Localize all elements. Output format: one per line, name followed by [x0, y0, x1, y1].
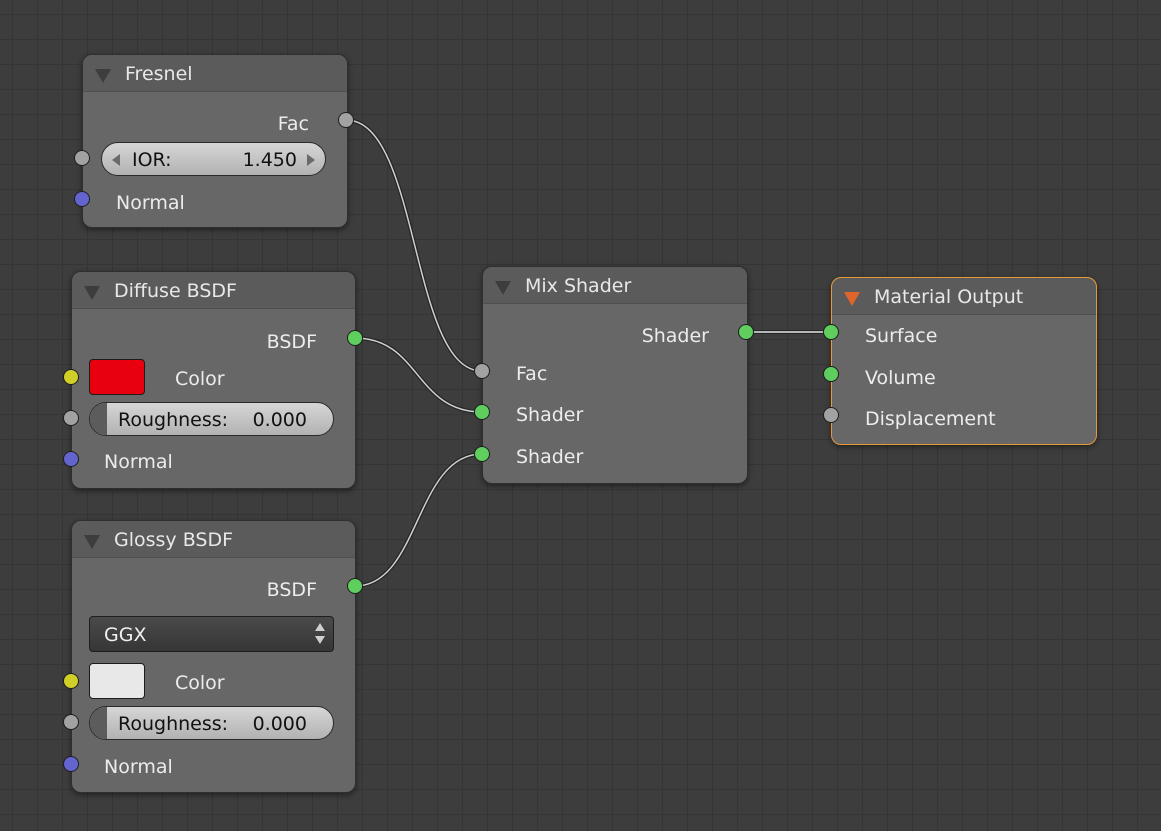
- input-surface-label: Surface: [865, 325, 938, 347]
- input-normal-label: Normal: [104, 756, 173, 778]
- diffuse-roughness-input-socket[interactable]: [63, 410, 79, 426]
- glossy-color-swatch[interactable]: [89, 663, 145, 699]
- ior-field[interactable]: IOR: 1.450: [101, 142, 326, 176]
- roughness-value: 0.000: [252, 713, 307, 735]
- link-diffuse-to-mix-shader1: [354, 336, 483, 414]
- diffuse-normal-input-socket[interactable]: [63, 451, 79, 467]
- glossy-bsdf-output-socket[interactable]: [347, 578, 363, 594]
- output-bsdf-label: BSDF: [266, 579, 317, 601]
- distribution-dropdown[interactable]: GGX: [89, 616, 334, 652]
- diffuse-bsdf-node[interactable]: Diffuse BSDF BSDF Color Roughness: 0.000…: [71, 271, 356, 489]
- diffuse-color-input-socket[interactable]: [63, 369, 79, 385]
- output-displacement-input-socket[interactable]: [823, 407, 839, 423]
- roughness-label: Roughness:: [118, 409, 229, 431]
- input-color-label: Color: [175, 368, 225, 390]
- mix-shader-node[interactable]: Mix Shader Shader Fac Shader Shader: [482, 266, 748, 484]
- link-glossy-to-mix-shader2: [354, 452, 483, 588]
- material-output-node[interactable]: Material Output Surface Volume Displacem…: [831, 277, 1097, 445]
- glossy-color-input-socket[interactable]: [63, 673, 79, 689]
- collapse-triangle-icon[interactable]: [495, 281, 511, 295]
- collapse-triangle-icon[interactable]: [84, 286, 100, 300]
- output-volume-input-socket[interactable]: [823, 366, 839, 382]
- mix-fac-input-socket[interactable]: [474, 363, 490, 379]
- decrement-arrow-icon[interactable]: [112, 154, 120, 166]
- node-title: Diffuse BSDF: [114, 280, 237, 302]
- output-bsdf-label: BSDF: [266, 331, 317, 353]
- fresnel-node[interactable]: Fresnel Fac IOR: 1.450 Normal: [82, 54, 348, 228]
- roughness-label: Roughness:: [118, 713, 229, 735]
- collapse-triangle-icon[interactable]: [95, 69, 111, 83]
- glossy-roughness-input-socket[interactable]: [63, 714, 79, 730]
- output-fac-label: Fac: [277, 113, 309, 135]
- glossy-node-header[interactable]: Glossy BSDF: [72, 521, 355, 558]
- input-shader-1-label: Shader: [516, 404, 584, 426]
- increment-arrow-icon[interactable]: [307, 154, 315, 166]
- diffuse-color-swatch[interactable]: [89, 359, 145, 395]
- mix-shader-output-socket[interactable]: [738, 324, 754, 340]
- fresnel-ior-input-socket[interactable]: [74, 150, 90, 166]
- dropdown-up-arrow-icon: [315, 623, 325, 631]
- ior-label: IOR:: [132, 149, 172, 171]
- input-fac-label: Fac: [516, 363, 548, 385]
- input-normal-label: Normal: [104, 451, 173, 473]
- distribution-value: GGX: [104, 624, 147, 646]
- glossy-roughness-field[interactable]: Roughness: 0.000: [89, 706, 334, 740]
- output-shader-label: Shader: [641, 325, 709, 347]
- ior-value: 1.450: [242, 149, 297, 171]
- output-surface-input-socket[interactable]: [823, 324, 839, 340]
- collapse-triangle-icon[interactable]: [844, 292, 860, 306]
- output-node-header[interactable]: Material Output: [832, 278, 1096, 315]
- glossy-normal-input-socket[interactable]: [63, 756, 79, 772]
- collapse-triangle-icon[interactable]: [84, 535, 100, 549]
- node-title: Mix Shader: [525, 275, 632, 297]
- mix-shader2-input-socket[interactable]: [474, 446, 490, 462]
- node-title: Material Output: [874, 286, 1024, 308]
- fresnel-fac-output-socket[interactable]: [338, 112, 354, 128]
- input-displacement-label: Displacement: [865, 408, 996, 430]
- mix-node-header[interactable]: Mix Shader: [483, 267, 747, 304]
- fresnel-normal-input-socket[interactable]: [74, 191, 90, 207]
- mix-shader1-input-socket[interactable]: [474, 404, 490, 420]
- dropdown-down-arrow-icon: [315, 636, 325, 644]
- node-title: Glossy BSDF: [114, 529, 234, 551]
- input-color-label: Color: [175, 672, 225, 694]
- diffuse-bsdf-output-socket[interactable]: [347, 330, 363, 346]
- link-fresnel-fac-to-mix-fac: [345, 118, 483, 373]
- diffuse-roughness-field[interactable]: Roughness: 0.000: [89, 402, 334, 436]
- node-title: Fresnel: [125, 63, 193, 85]
- input-volume-label: Volume: [865, 367, 936, 389]
- input-normal-label: Normal: [116, 192, 185, 214]
- input-shader-2-label: Shader: [516, 446, 584, 468]
- glossy-bsdf-node[interactable]: Glossy BSDF BSDF GGX Color Roughness: 0.…: [71, 520, 356, 793]
- diffuse-node-header[interactable]: Diffuse BSDF: [72, 272, 355, 309]
- roughness-value: 0.000: [252, 409, 307, 431]
- fresnel-node-header[interactable]: Fresnel: [83, 55, 347, 92]
